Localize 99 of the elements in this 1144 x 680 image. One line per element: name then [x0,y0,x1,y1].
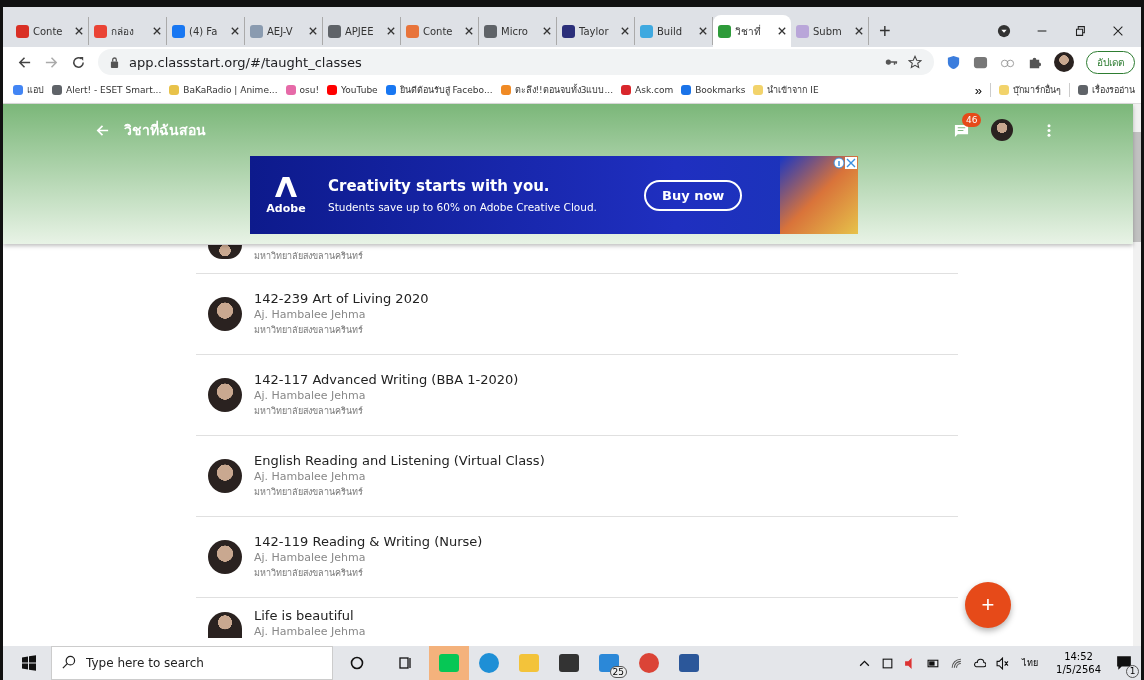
bookmark-item[interactable]: Alert! - ESET Smart... [52,85,162,95]
windows-start-icon[interactable] [21,655,37,671]
browser-tab[interactable]: Micro [479,17,557,45]
class-name: 142-239 Art of Living 2020 [254,291,429,306]
lock-icon [110,56,119,68]
avatar-icon [208,378,242,412]
teacher-name: Aj. Hambalee Jehma [254,308,367,321]
teacher-name: Aj. Hambalee Jehma [254,470,367,483]
reload-icon[interactable] [71,54,86,70]
bookmark-item[interactable]: Bookmarks [681,85,746,95]
bookmark-item[interactable]: บุ๊กมาร์กอื่นๆ [990,83,1061,97]
avatar-icon [208,612,242,638]
bookmark-item[interactable]: แอป [13,83,44,97]
ad-headline: Creativity starts with you. [328,177,551,195]
message-icon[interactable] [954,122,969,138]
avatar-icon [208,297,242,331]
new-tab-button[interactable]: + [869,20,901,43]
bookmark-item[interactable]: YouTube [327,85,378,95]
cortana-icon[interactable] [349,655,365,671]
close-icon[interactable] [465,27,473,35]
browser-tab[interactable]: วิชาที่ [713,15,791,47]
class-name: 142-117 Advanced Writing (BBA 1-2020) [254,372,519,387]
cloud-icon[interactable] [973,656,987,670]
class-list-item[interactable]: Life is beautiful Aj. Hambalee Jehma [196,598,958,638]
browser-tab[interactable]: (4) Fa [167,17,245,45]
update-button[interactable]: อัปเดต [1086,50,1135,74]
page-title: วิชาที่ฉันสอน [124,119,206,140]
close-icon[interactable] [231,27,239,35]
logo-icon [275,175,297,198]
bookmark-item[interactable]: osu! [285,85,320,95]
muted-speaker-icon[interactable] [996,656,1010,670]
search-icon [61,655,76,670]
class-name: English Reading and Listening (Virtual Class) [254,453,545,468]
university-name: มหาวิทยาลัยสงขลานครินทร์ [254,567,364,580]
browser-tab[interactable]: APJEE [323,17,401,45]
notification-count: 1 [1126,665,1139,678]
avatar-icon[interactable] [991,119,1013,141]
add-button[interactable]: + [965,582,1011,628]
class-list-item[interactable]: 142-239 Art of Living 2020 Aj. Hambalee Jehma มหาวิทยาลัยสงขลานครินทร์ [196,274,958,355]
restore-icon[interactable] [1073,24,1087,38]
wifi-icon[interactable] [950,656,964,670]
class-name: 142-119 Reading & Writing (Nurse) [254,534,483,549]
close-icon[interactable] [387,27,395,35]
buy-now-button[interactable]: Buy now [644,179,743,211]
class-list-item[interactable]: มหาวิทยาลัยสงขลานครินทร์ [196,244,958,274]
ad-subline: Students save up to 60% on Adobe Creative Cloud. [328,201,598,213]
class-name: Life is beautiful [254,608,355,623]
browser-tab[interactable]: Subm [791,17,869,45]
address-field[interactable]: app.classstart.org/#/taught_classes [98,49,934,75]
notification-badge: 46 [962,112,982,127]
university-name: มหาวิทยาลัยสงขลานครินทร์ [254,486,364,499]
class-list-item[interactable]: 142-119 Reading & Writing (Nurse) Aj. Hambalee Jehma มหาวิทยาลัยสงขลานครินทร์ [196,517,958,598]
avatar-icon [208,245,242,259]
bookmark-item[interactable]: เรื่องรออ่าน [1069,83,1135,97]
teacher-name: Aj. Hambalee Jehma [254,551,367,564]
browser-tab[interactable]: Conte [11,17,89,45]
close-icon[interactable] [778,27,786,35]
browser-tab[interactable]: AEJ-V [245,17,323,45]
teacher-name: Aj. Hambalee Jehma [254,625,366,638]
teacher-name: Aj. Hambalee Jehma [254,389,367,402]
mail-count-badge: 25 [609,666,627,678]
star-icon[interactable] [908,55,922,69]
university-name: มหาวิทยาลัยสงขลานครินทร์ [254,250,363,263]
ad-choices-icon[interactable] [833,157,857,169]
browser-tab[interactable]: Taylor [557,17,635,45]
university-name: มหาวิทยาลัยสงขลานครินทร์ [254,324,364,337]
university-name: มหาวิทยาลัยสงขลานครินทร์ [254,405,364,418]
scrollbar[interactable] [1133,104,1141,646]
close-icon[interactable] [1111,24,1125,38]
avatar-icon[interactable] [1054,52,1074,72]
bookmark-item[interactable]: ยินดีต้อนรับสู่ Facebo... [385,83,493,97]
avatar-icon [208,459,242,493]
clock-date[interactable]: 1/5/2564 [1056,664,1101,675]
close-icon[interactable] [309,27,317,35]
class-list-item[interactable]: 142-117 Advanced Writing (BBA 1-2020) Aj. Hambalee Jehma มหาวิทยาลัยสงขลานครินทร์ [196,355,958,436]
bookmark-item[interactable]: BaKaRadio | Anime... [169,85,278,95]
close-icon[interactable] [75,27,83,35]
clock-time[interactable]: 14:52 [1064,651,1093,662]
shield-icon[interactable] [946,54,961,70]
profile-menu-icon[interactable] [997,24,1011,38]
browser-tab[interactable]: กล่อง [89,17,167,45]
language-indicator[interactable]: ไทย [1022,656,1039,670]
bookmark-item[interactable]: Ask.com [621,85,674,95]
task-view-icon[interactable] [397,655,413,671]
close-icon[interactable] [543,27,551,35]
avatar-icon [208,540,242,574]
taskbar-search-field[interactable]: Type here to search [51,646,333,680]
close-icon[interactable] [855,27,863,35]
bookmark-item[interactable]: นำเข้าจาก IE [753,83,819,97]
close-icon[interactable] [621,27,629,35]
notification-icon[interactable] [1116,655,1132,671]
close-icon[interactable] [153,27,161,35]
adobe-logo: Adobe [258,160,314,230]
advertisement-banner[interactable]: Adobe Creativity starts with you. Students save up to 60% on Adobe Creative Cloud. Buy now [250,156,858,234]
class-list-item[interactable]: English Reading and Listening (Virtual Class) Aj. Hambalee Jehma มหาวิทยาลัยสงขลานครินทร์ [196,436,958,517]
bookmark-item[interactable]: ตะลึง!!ตอนจบทั้ง3แบบ... [500,83,614,97]
more-bookmarks-button[interactable]: » [974,82,982,98]
close-icon[interactable] [699,27,707,35]
browser-tab[interactable]: Conte [401,17,479,45]
